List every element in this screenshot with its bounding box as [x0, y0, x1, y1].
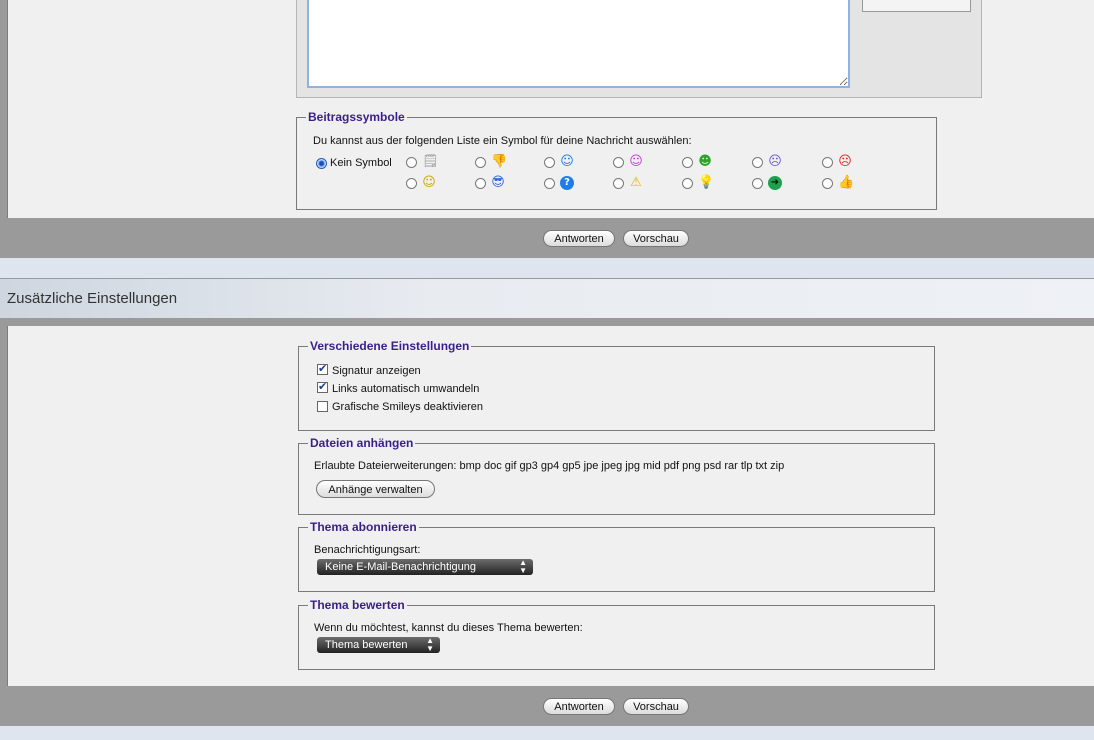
select-arrows-icon: ▲ ▼ — [426, 636, 434, 653]
auto-links-label: Links automatisch umwandeln — [332, 383, 480, 395]
disable-smileys-label: Grafische Smileys deaktivieren — [332, 401, 484, 413]
attachments-fieldset: Dateien anhängen — [298, 436, 935, 515]
rate-selected: Thema bewerten — [325, 639, 408, 651]
rate-legend: Thema bewerten — [310, 598, 405, 612]
message-textarea[interactable] — [307, 0, 850, 88]
post-icons-legend: Beitragssymbole — [308, 110, 405, 124]
no-icon-label: Kein Symbol — [330, 157, 392, 169]
radio-icon-arrow[interactable] — [752, 178, 763, 189]
rate-select[interactable]: Thema bewerten ▲ ▼ — [317, 637, 440, 653]
radio-icon-wink[interactable] — [544, 157, 555, 168]
side-box — [862, 0, 971, 12]
question-icon: ? — [560, 176, 574, 190]
radio-icon-thumbs-down[interactable] — [475, 157, 486, 168]
signature-checkbox[interactable] — [317, 362, 328, 375]
wink-icon: ☺ — [560, 154, 574, 169]
reply-button-bottom[interactable]: Antworten — [543, 698, 615, 715]
subscribe-selected: Keine E-Mail-Benachrichtigung — [325, 561, 477, 573]
subscribe-fieldset: Thema abonnieren — [298, 520, 935, 592]
disable-smileys-checkbox[interactable] — [317, 401, 328, 412]
document-icon: 🗒 — [422, 154, 439, 169]
radio-icon-document[interactable] — [406, 157, 417, 168]
header-bottom-bar — [0, 318, 1094, 326]
radio-icon-smile[interactable] — [406, 178, 417, 189]
auto-links-checkbox[interactable] — [317, 380, 328, 393]
signature-label: Signatur anzeigen — [332, 365, 421, 377]
lightbulb-icon: 💡 — [698, 175, 715, 190]
subscribe-label: Benachrichtigungsart: — [314, 544, 421, 556]
warning-icon: ⚠ — [630, 175, 642, 190]
arrow-right-icon: ➜ — [768, 176, 782, 190]
radio-icon-cool[interactable] — [475, 178, 486, 189]
select-arrows-icon: ▲ ▼ — [519, 558, 527, 575]
misc-legend: Verschiedene Einstellungen — [310, 339, 470, 353]
radio-icon-question[interactable] — [544, 178, 555, 189]
tongue-icon: ☺ — [629, 154, 643, 169]
manage-attachments-button[interactable]: Anhänge verwalten — [316, 480, 435, 498]
smile-icon: ☺ — [422, 175, 436, 190]
preview-button-top[interactable]: Vorschau — [623, 230, 689, 247]
radio-no-icon[interactable] — [316, 158, 327, 169]
attachments-legend: Dateien anhängen — [310, 436, 414, 450]
grin-icon: ☻ — [698, 154, 712, 169]
radio-icon-grin[interactable] — [682, 157, 693, 168]
cool-icon: 😎 — [491, 175, 505, 190]
rate-label: Wenn du möchtest, kannst du dieses Thema… — [314, 622, 583, 634]
sad-icon: ☹ — [768, 154, 782, 169]
radio-icon-warning[interactable] — [613, 178, 624, 189]
footer-band — [0, 726, 1094, 740]
extra-settings-header: Zusätzliche Einstellungen — [0, 279, 1094, 318]
preview-button-bottom[interactable]: Vorschau — [623, 698, 689, 715]
radio-icon-tongue[interactable] — [613, 157, 624, 168]
separator-band — [0, 258, 1094, 278]
post-icons-description: Du kannst aus der folgenden Liste ein Sy… — [313, 135, 692, 147]
radio-icon-sad[interactable] — [752, 157, 763, 168]
extra-settings-title: Zusätzliche Einstellungen — [7, 290, 178, 307]
thumbs-down-icon: 👎 — [491, 154, 508, 169]
allowed-extensions: Erlaubte Dateierweiterungen: bmp doc gif… — [314, 460, 785, 472]
thumbs-up-icon: 👍 — [838, 175, 855, 190]
radio-icon-lightbulb[interactable] — [682, 178, 693, 189]
angry-icon: ☹ — [838, 154, 852, 169]
subscribe-legend: Thema abonnieren — [310, 520, 417, 534]
radio-icon-angry[interactable] — [822, 157, 833, 168]
subscribe-select[interactable]: Keine E-Mail-Benachrichtigung ▲ ▼ — [317, 559, 533, 575]
radio-icon-thumbs-up[interactable] — [822, 178, 833, 189]
reply-button-top[interactable]: Antworten — [543, 230, 615, 247]
rate-fieldset: Thema bewerten — [298, 598, 935, 670]
